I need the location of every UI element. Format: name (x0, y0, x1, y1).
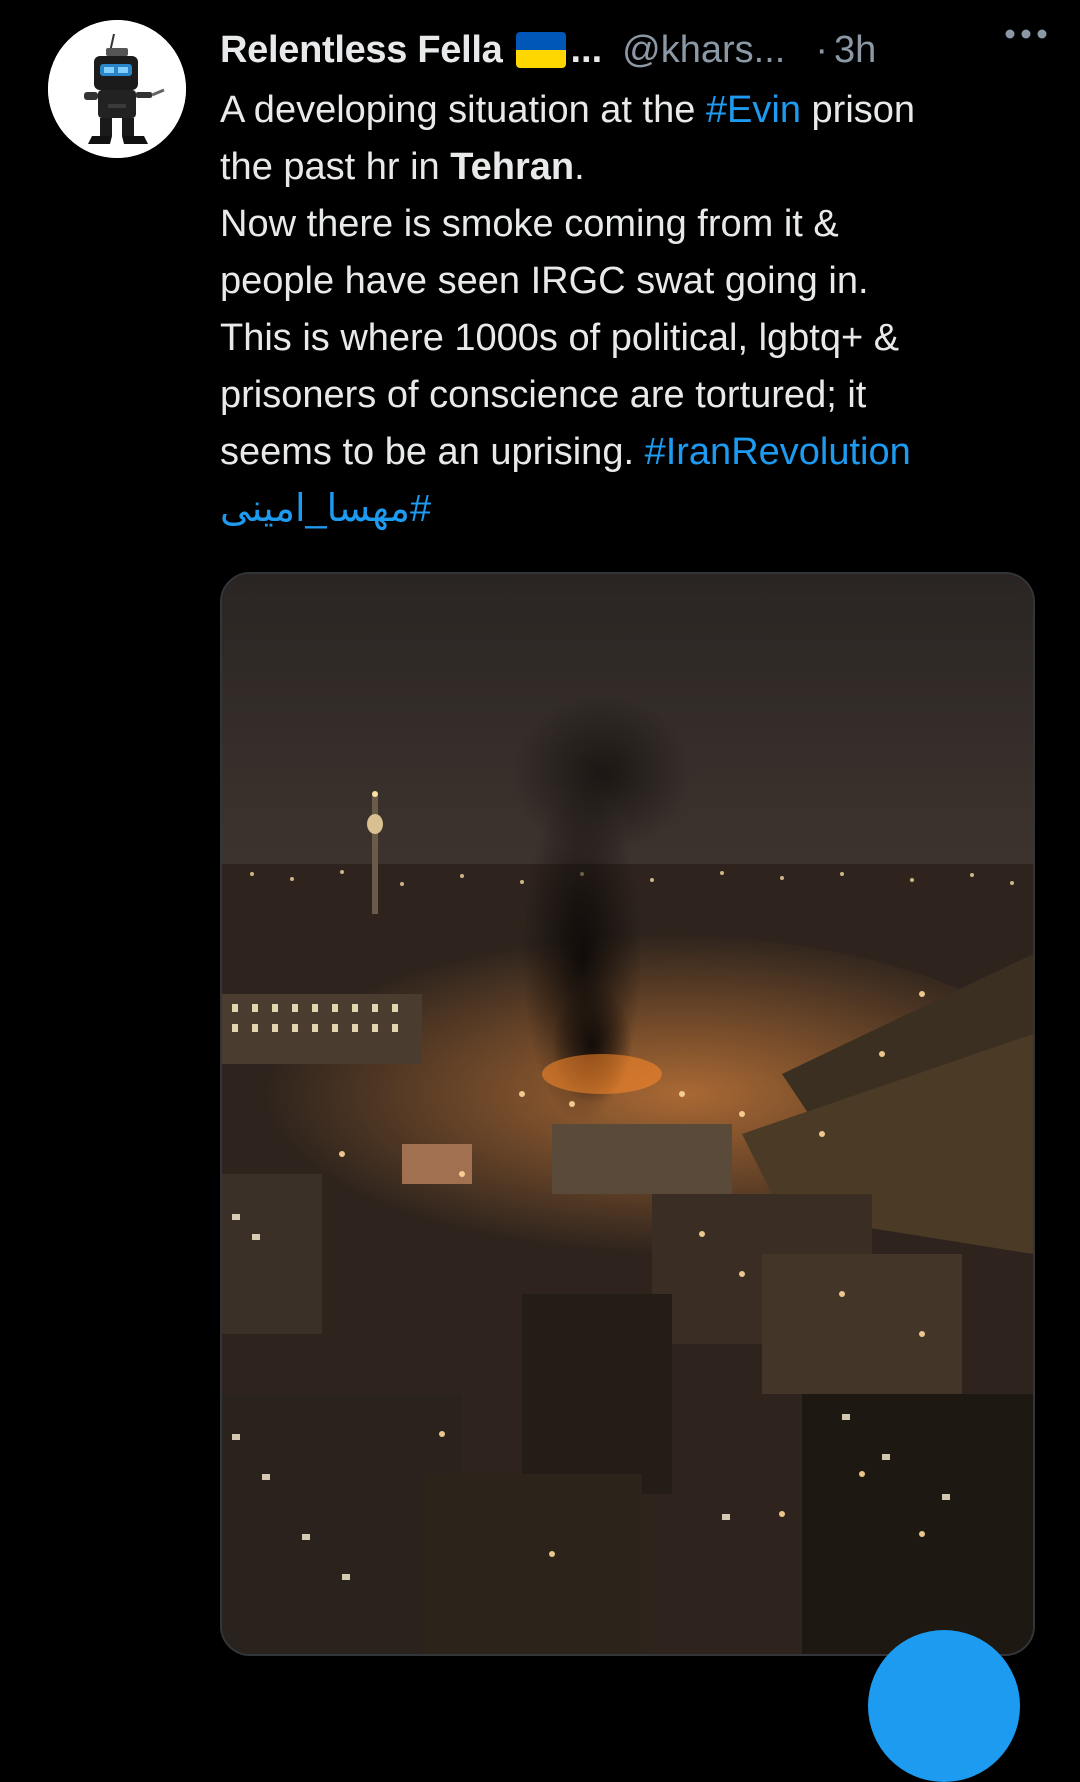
text-bold-tehran: Tehran (450, 146, 575, 188)
more-horizontal-icon[interactable] (1000, 12, 1056, 52)
tweet-media-photo[interactable] (220, 572, 1035, 1656)
tweet-text-line-1: A developing situation at the #Evin pris… (220, 82, 1020, 139)
ukraine-flag-icon (516, 32, 567, 68)
author-handle[interactable]: @khars... (622, 29, 785, 72)
tweet[interactable]: Relentless Fella ... @khars... · 3h A de… (0, 0, 1080, 1782)
tweet-text: A developing situation at the #Evin pris… (220, 82, 1020, 538)
tweet-text-line-7: seems to be an uprising. #IranRevolution (220, 424, 1020, 481)
text-segment: . (574, 146, 585, 188)
header-separator: · (815, 28, 828, 71)
tweet-text-line-6: prisoners of conscience are tortured; it (220, 374, 867, 416)
tweet-text-line-2: the past hr in Tehran. (220, 139, 1020, 196)
compose-button[interactable] (868, 1630, 1020, 1782)
text-segment: prison (800, 89, 916, 131)
tweet-text-line-5: This is where 1000s of political, lgbtq+… (220, 317, 900, 359)
name-overflow-ellipsis: ... (570, 28, 603, 71)
tweet-text-line-4: people have seen IRGC swat going in. (220, 260, 869, 302)
author-display-name[interactable]: Relentless Fella (220, 29, 503, 72)
hashtag-iranrevolution[interactable]: #IranRevolution (645, 431, 911, 473)
tweet-text-line-3: Now there is smoke coming from it & (220, 203, 839, 245)
text-segment: the past hr in (220, 146, 451, 188)
avatar[interactable] (48, 20, 186, 158)
text-segment: seems to be an uprising. (220, 431, 645, 473)
hashtag-mahsa-amini[interactable]: #مهسا_امینی (220, 481, 431, 538)
avatar-image (48, 20, 186, 158)
media-image (222, 574, 1033, 1654)
text-segment: A developing situation at the (220, 89, 706, 131)
tweet-timestamp[interactable]: 3h (834, 29, 876, 72)
tweet-header: Relentless Fella ... @khars... · 3h (220, 22, 1030, 78)
hashtag-evin[interactable]: #Evin (706, 89, 801, 131)
